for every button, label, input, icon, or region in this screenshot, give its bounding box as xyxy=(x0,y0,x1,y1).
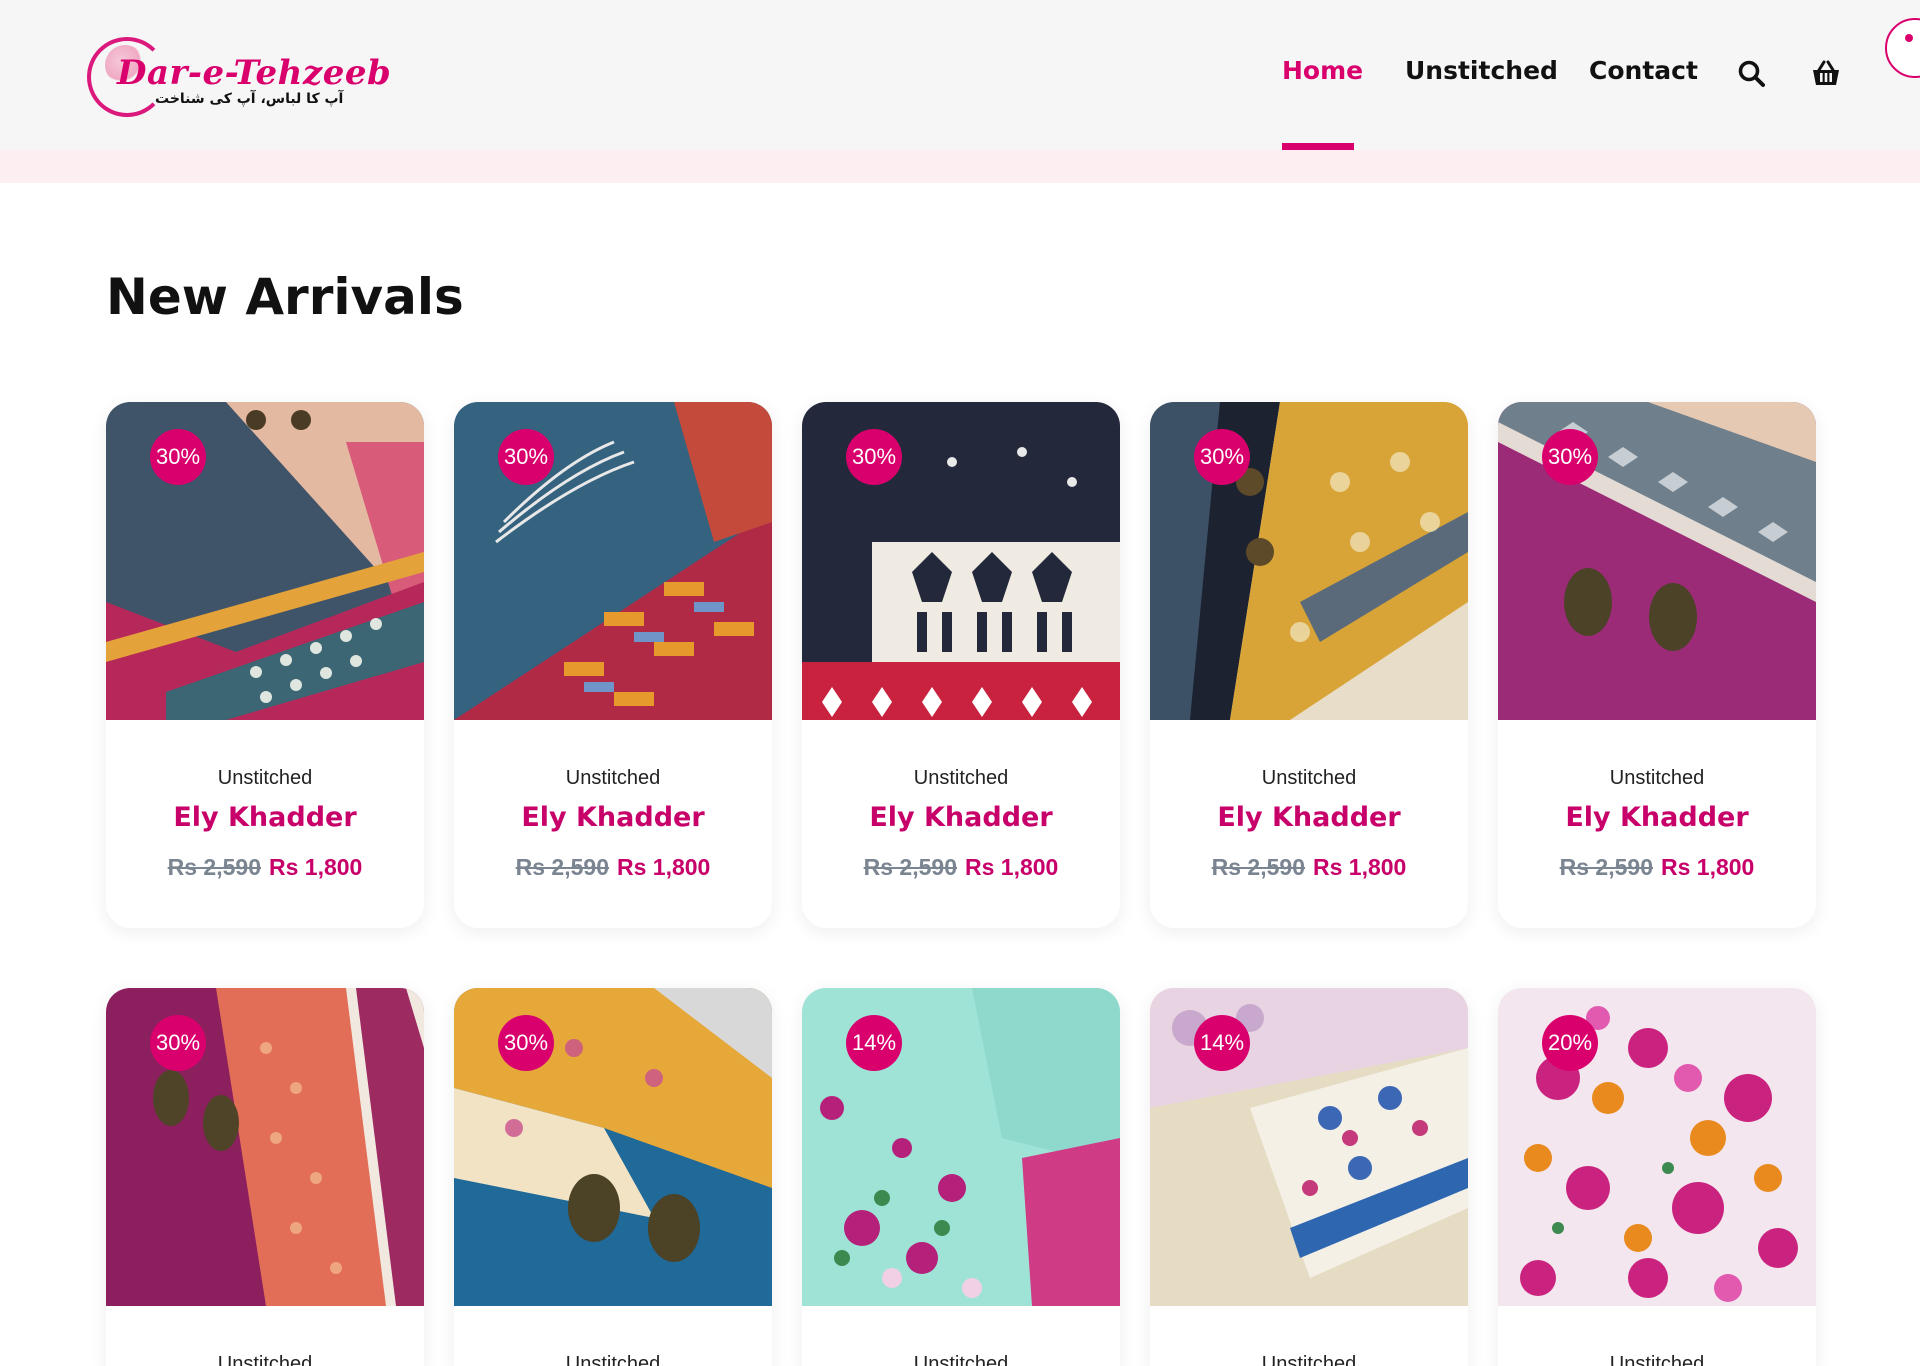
product-card[interactable]: 14% Unstitched xyxy=(1150,988,1468,1366)
nav-contact[interactable]: Contact xyxy=(1589,56,1698,85)
nav-home[interactable]: Home xyxy=(1282,56,1363,85)
discount-badge: 30% xyxy=(498,1015,554,1071)
logo-tagline: آپ کا لباس، آپ کی شناخت xyxy=(155,91,344,107)
product-category[interactable]: Unstitched xyxy=(106,767,424,790)
product-price: Rs 2,590 Rs 1,800 xyxy=(802,854,1120,881)
old-price: Rs 2,590 xyxy=(863,854,957,880)
product-card[interactable]: 20% Unstitched xyxy=(1498,988,1816,1366)
old-price: Rs 2,590 xyxy=(515,854,609,880)
section-title: New Arrivals xyxy=(106,268,464,326)
product-card[interactable]: 30% Unstitched Ely Khadder Rs 2,590 Rs 1,… xyxy=(802,402,1120,928)
product-image[interactable]: 30% xyxy=(106,402,424,720)
product-category[interactable]: Unstitched xyxy=(1498,1353,1816,1366)
sale-price: Rs 1,800 xyxy=(617,854,711,880)
product-image[interactable]: 14% xyxy=(802,988,1120,1306)
discount-badge: 30% xyxy=(1194,429,1250,485)
sale-price: Rs 1,800 xyxy=(965,854,1059,880)
discount-badge: 30% xyxy=(150,1015,206,1071)
product-category[interactable]: Unstitched xyxy=(454,767,772,790)
discount-badge: 14% xyxy=(1194,1015,1250,1071)
chat-dot-icon xyxy=(1905,34,1913,42)
discount-badge: 20% xyxy=(1542,1015,1598,1071)
nav-unstitched[interactable]: Unstitched xyxy=(1405,56,1558,85)
product-category[interactable]: Unstitched xyxy=(1150,1353,1468,1366)
product-image[interactable]: 14% xyxy=(1150,988,1468,1306)
product-image[interactable]: 30% xyxy=(454,402,772,720)
product-name[interactable]: Ely Khadder xyxy=(106,802,424,833)
logo-brand-name: Dar-e-Tehzeeb xyxy=(117,53,392,93)
old-price: Rs 2,590 xyxy=(167,854,261,880)
old-price: Rs 2,590 xyxy=(1211,854,1305,880)
product-card[interactable]: 14% Unstitched xyxy=(802,988,1120,1366)
header-banner-strip xyxy=(0,150,1920,183)
product-category[interactable]: Unstitched xyxy=(106,1353,424,1366)
product-card[interactable]: 30% Unstitched Ely Khadder Rs 2,590 Rs 1,… xyxy=(454,402,772,928)
product-image[interactable]: 30% xyxy=(106,988,424,1306)
product-card[interactable]: 30% Unstitched Ely Khadder Rs 2,590 Rs 1,… xyxy=(1498,402,1816,928)
product-card[interactable]: 30% Unstitched xyxy=(454,988,772,1366)
basket-icon[interactable] xyxy=(1810,58,1842,90)
sale-price: Rs 1,800 xyxy=(1661,854,1755,880)
product-card[interactable]: 30% Unstitched xyxy=(106,988,424,1366)
product-category[interactable]: Unstitched xyxy=(1498,767,1816,790)
product-category[interactable]: Unstitched xyxy=(802,1353,1120,1366)
product-card[interactable]: 30% Unstitched Ely Khadder Rs 2,590 Rs 1,… xyxy=(106,402,424,928)
product-price: Rs 2,590 Rs 1,800 xyxy=(454,854,772,881)
product-price: Rs 2,590 Rs 1,800 xyxy=(1150,854,1468,881)
product-name[interactable]: Ely Khadder xyxy=(1150,802,1468,833)
product-image[interactable]: 30% xyxy=(802,402,1120,720)
product-card[interactable]: 30% Unstitched Ely Khadder Rs 2,590 Rs 1,… xyxy=(1150,402,1468,928)
product-image[interactable]: 30% xyxy=(454,988,772,1306)
nav-active-indicator xyxy=(1282,143,1354,150)
discount-badge: 30% xyxy=(846,429,902,485)
discount-badge: 14% xyxy=(846,1015,902,1071)
old-price: Rs 2,590 xyxy=(1559,854,1653,880)
search-icon[interactable] xyxy=(1736,58,1768,90)
sale-price: Rs 1,800 xyxy=(1313,854,1407,880)
product-image[interactable]: 30% xyxy=(1498,402,1816,720)
product-name[interactable]: Ely Khadder xyxy=(802,802,1120,833)
product-category[interactable]: Unstitched xyxy=(802,767,1120,790)
product-image[interactable]: 20% xyxy=(1498,988,1816,1306)
site-logo[interactable]: Dar-e-Tehzeeb آپ کا لباس، آپ کی شناخت xyxy=(87,33,391,119)
discount-badge: 30% xyxy=(498,429,554,485)
discount-badge: 30% xyxy=(150,429,206,485)
product-name[interactable]: Ely Khadder xyxy=(454,802,772,833)
sale-price: Rs 1,800 xyxy=(269,854,363,880)
product-image[interactable]: 30% xyxy=(1150,402,1468,720)
product-category[interactable]: Unstitched xyxy=(454,1353,772,1366)
product-price: Rs 2,590 Rs 1,800 xyxy=(106,854,424,881)
product-category[interactable]: Unstitched xyxy=(1150,767,1468,790)
product-name[interactable]: Ely Khadder xyxy=(1498,802,1816,833)
product-price: Rs 2,590 Rs 1,800 xyxy=(1498,854,1816,881)
discount-badge: 30% xyxy=(1542,429,1598,485)
